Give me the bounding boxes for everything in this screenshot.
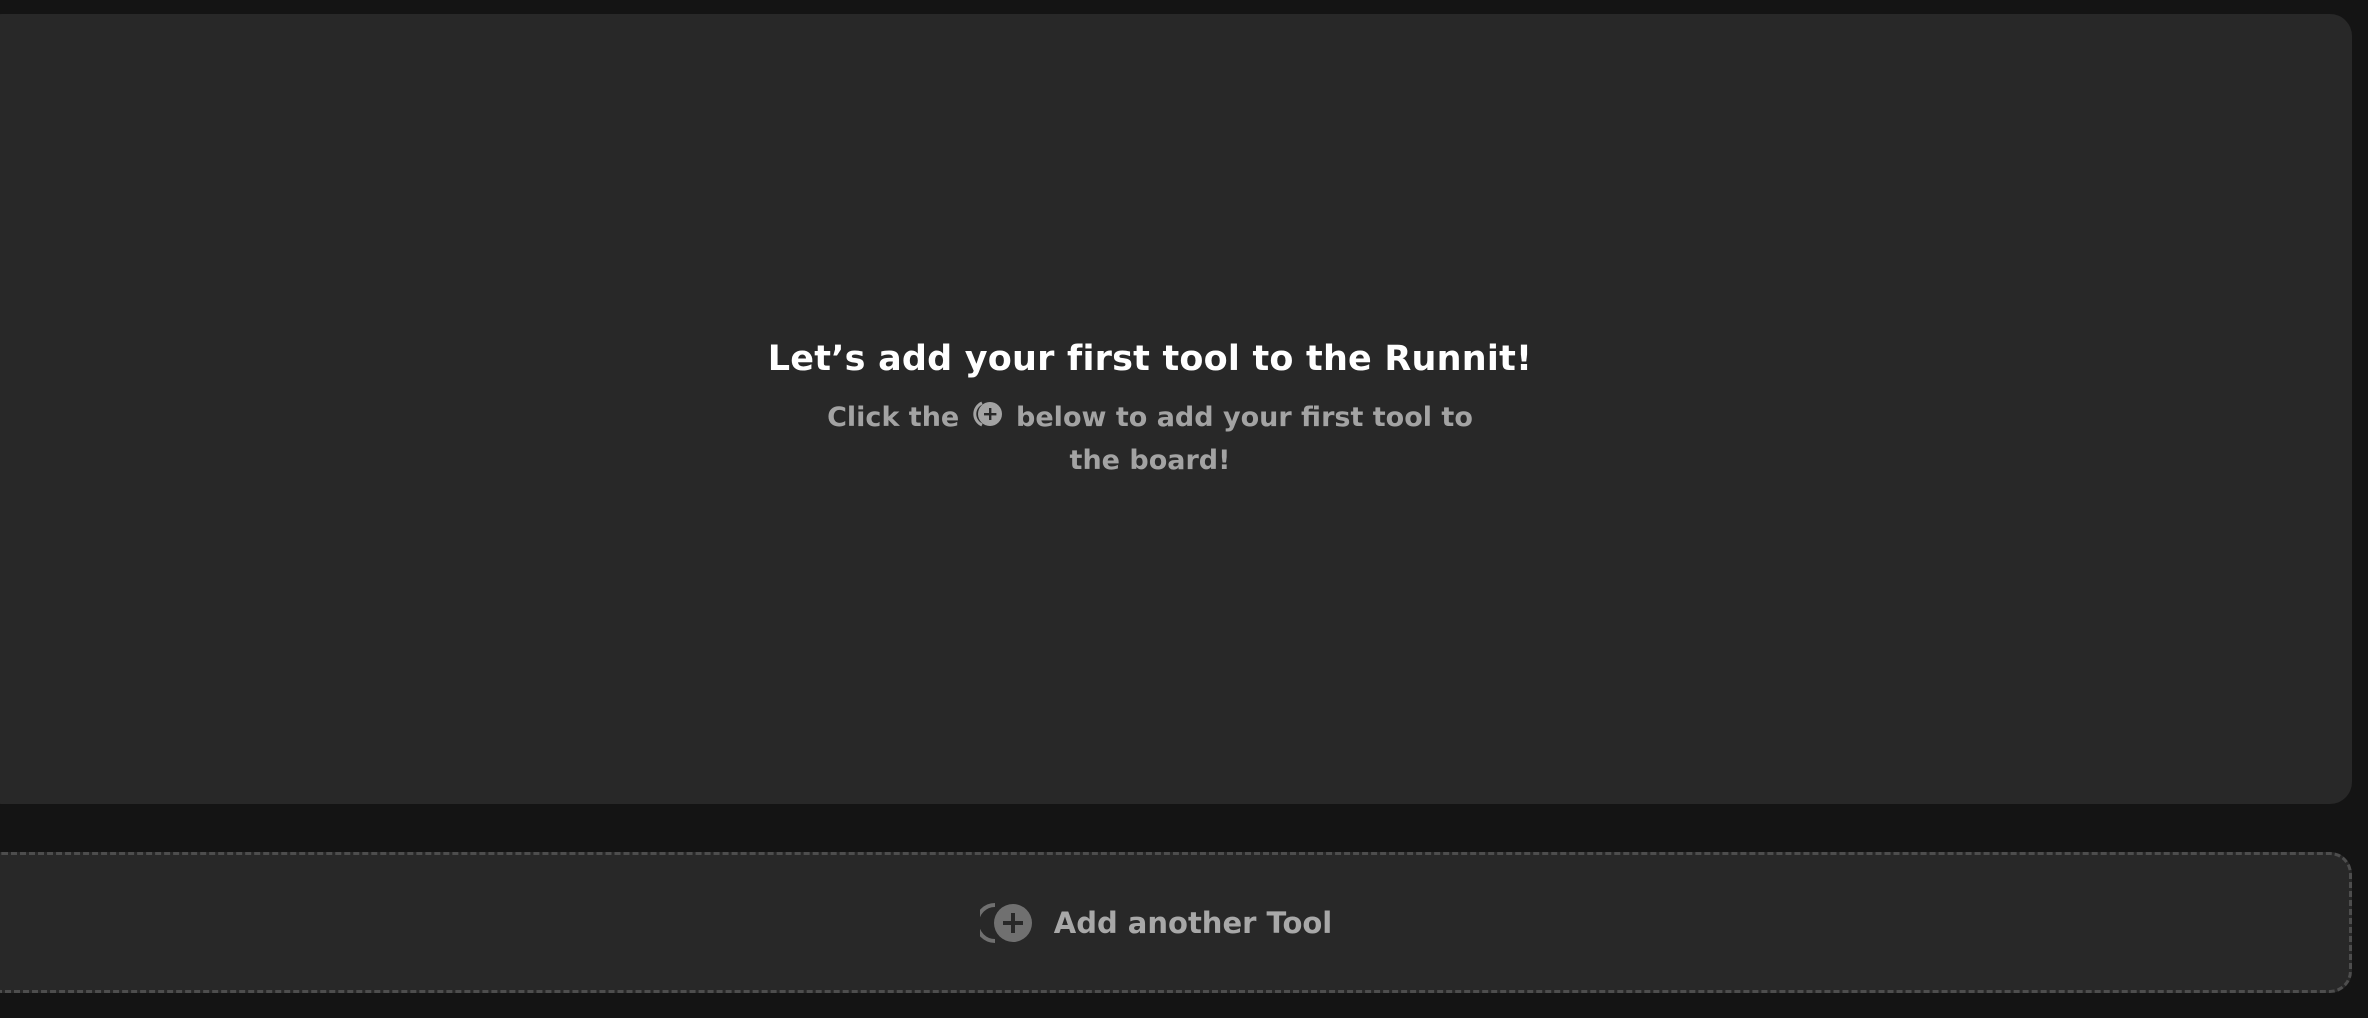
subtitle-text-before: Click the bbox=[827, 402, 969, 433]
empty-state-subtitle: Click the below to add your first tool t… bbox=[810, 396, 1490, 482]
empty-state: Let’s add your first tool to the Runnit!… bbox=[0, 14, 2320, 804]
add-circle-icon bbox=[972, 399, 1003, 429]
empty-state-title: Let’s add your first tool to the Runnit! bbox=[767, 339, 1533, 379]
add-another-tool-label: Add another Tool bbox=[1053, 905, 1333, 940]
subtitle-text-after: below to add your first tool to the boar… bbox=[1016, 402, 1473, 476]
runnit-board: Let’s add your first tool to the Runnit!… bbox=[0, 14, 2352, 804]
add-another-tool-button[interactable]: Add another Tool bbox=[0, 852, 2352, 993]
add-circle-icon bbox=[979, 901, 1038, 945]
